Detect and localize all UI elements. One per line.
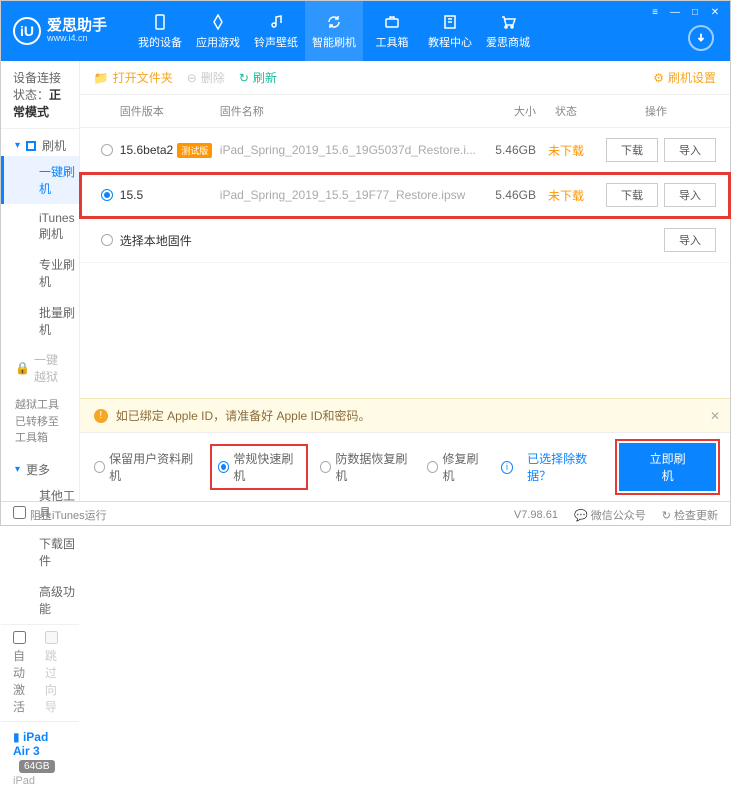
col-size: 大小 xyxy=(476,103,536,119)
beta-tag: 测试版 xyxy=(177,143,212,158)
flash-now-button[interactable]: 立即刷机 xyxy=(619,443,716,491)
sidebar-options-row: 自动激活 跳过向导 xyxy=(1,624,79,721)
window-controls: ≡ — □ ✕ xyxy=(646,5,724,19)
import-button[interactable]: 导入 xyxy=(664,183,716,207)
row-radio[interactable] xyxy=(94,189,120,201)
wechat-icon: 💬 xyxy=(574,510,588,522)
sidebar-item-advanced[interactable]: 高级功能 xyxy=(1,576,79,624)
close-button[interactable]: ✕ xyxy=(706,5,724,19)
check-update-link[interactable]: ↻ 检查更新 xyxy=(662,507,718,523)
warning-bar: ! 如已绑定 Apple ID，请准备好 Apple ID和密码。 ✕ xyxy=(80,398,730,432)
main-content: 📁打开文件夹 ⊖删除 ↻刷新 ⚙刷机设置 固件版本 固件名称 大小 状态 操作 … xyxy=(80,61,730,501)
firmware-row[interactable]: 15.5 iPad_Spring_2019_15.5_19F77_Restore… xyxy=(80,173,730,218)
flash-settings-button[interactable]: ⚙刷机设置 xyxy=(653,69,716,86)
status-bar: 阻止iTunes运行 V7.98.61 💬 微信公众号 ↻ 检查更新 xyxy=(1,501,730,527)
refresh-icon: ↻ xyxy=(239,71,249,85)
chevron-down-icon: ▾ xyxy=(15,140,20,151)
delete-button: ⊖删除 xyxy=(187,69,225,86)
flash-square-icon xyxy=(26,141,36,151)
music-icon xyxy=(267,13,285,31)
delete-icon: ⊖ xyxy=(187,71,197,85)
version-label: V7.98.61 xyxy=(514,509,558,521)
sidebar-item-pro[interactable]: 专业刷机 xyxy=(1,249,79,297)
main-nav: 我的设备 应用游戏 铃声壁纸 智能刷机 工具箱 教程中心 爱思商城 xyxy=(131,1,537,61)
toolbox-icon xyxy=(383,13,401,31)
info-icon[interactable]: i xyxy=(501,461,513,474)
warning-icon: ! xyxy=(94,409,108,423)
import-button[interactable]: 导入 xyxy=(664,138,716,162)
col-name: 固件名称 xyxy=(220,103,476,119)
sidebar-item-batch[interactable]: 批量刷机 xyxy=(1,297,79,345)
sidebar-jailbreak-section: 🔒 一键越狱 xyxy=(1,345,79,391)
local-firmware-row[interactable]: 选择本地固件 导入 xyxy=(80,218,730,263)
minimize-button[interactable]: — xyxy=(666,5,684,19)
brand-logo: iU 爱思助手 www.i4.cn xyxy=(13,17,107,45)
block-itunes-checkbox[interactable]: 阻止iTunes运行 xyxy=(13,506,107,523)
update-icon: ↻ xyxy=(662,510,671,522)
opt-repair[interactable]: 修复刷机 xyxy=(427,450,487,484)
nav-my-device[interactable]: 我的设备 xyxy=(131,1,189,61)
brand-name: 爱思助手 xyxy=(47,18,107,35)
storage-badge: 64GB xyxy=(19,760,55,773)
auto-activate-checkbox[interactable]: 自动激活 xyxy=(13,631,35,715)
folder-icon: 📁 xyxy=(94,71,109,85)
device-icon: ▮ xyxy=(13,730,20,744)
app-icon xyxy=(209,13,227,31)
opt-keep-data[interactable]: 保留用户资料刷机 xyxy=(94,450,198,484)
menu-button[interactable]: ≡ xyxy=(646,5,664,19)
refresh-button[interactable]: ↻刷新 xyxy=(239,69,277,86)
download-button[interactable]: 下载 xyxy=(606,183,658,207)
nav-ringtones[interactable]: 铃声壁纸 xyxy=(247,1,305,61)
device-info[interactable]: ▮ iPad Air 3 64GB iPad xyxy=(1,721,79,795)
import-button[interactable]: 导入 xyxy=(664,228,716,252)
nav-apps[interactable]: 应用游戏 xyxy=(189,1,247,61)
nav-flash[interactable]: 智能刷机 xyxy=(305,1,363,61)
row-radio[interactable] xyxy=(94,234,120,246)
refresh-icon xyxy=(325,13,343,31)
lock-icon: 🔒 xyxy=(15,361,30,375)
cart-icon xyxy=(499,13,517,31)
app-header: iU 爱思助手 www.i4.cn 我的设备 应用游戏 铃声壁纸 智能刷机 工具… xyxy=(1,1,730,61)
gear-icon: ⚙ xyxy=(653,71,664,85)
sidebar-item-downloadfw[interactable]: 下载固件 xyxy=(1,528,79,576)
opt-normal-flash[interactable]: 常规快速刷机 xyxy=(212,446,306,488)
phone-icon xyxy=(151,13,169,31)
skip-guide-checkbox[interactable]: 跳过向导 xyxy=(45,631,67,715)
row-radio[interactable] xyxy=(94,144,120,156)
flash-options: 保留用户资料刷机 常规快速刷机 防数据恢复刷机 修复刷机 i 已选择除数据？ 立… xyxy=(80,432,730,501)
sidebar: 设备连接状态：正常模式 ▾ 刷机 一键刷机 iTunes刷机 专业刷机 批量刷机… xyxy=(1,61,80,501)
jailbreak-note: 越狱工具已转移至工具箱 xyxy=(1,391,79,453)
close-warning-button[interactable]: ✕ xyxy=(710,409,720,423)
nav-tutorial[interactable]: 教程中心 xyxy=(421,1,479,61)
col-version: 固件版本 xyxy=(120,103,220,119)
logo-icon: iU xyxy=(13,17,41,45)
open-folder-button[interactable]: 📁打开文件夹 xyxy=(94,69,173,86)
opt-antirecovery[interactable]: 防数据恢复刷机 xyxy=(320,450,413,484)
maximize-button[interactable]: □ xyxy=(686,5,704,19)
connection-status: 设备连接状态：正常模式 xyxy=(1,61,79,129)
book-icon xyxy=(441,13,459,31)
list-header: 固件版本 固件名称 大小 状态 操作 xyxy=(80,95,730,128)
nav-store[interactable]: 爱思商城 xyxy=(479,1,537,61)
sidebar-item-itunes[interactable]: iTunes刷机 xyxy=(1,204,79,249)
brand-url: www.i4.cn xyxy=(47,34,107,44)
firmware-row[interactable]: 15.6beta2测试版 iPad_Spring_2019_15.6_19G50… xyxy=(80,128,730,173)
chevron-down-icon: ▾ xyxy=(15,464,20,475)
col-ops: 操作 xyxy=(596,103,716,119)
sidebar-more-section[interactable]: ▾ 更多 xyxy=(1,453,79,480)
exclude-data-link[interactable]: 已选择除数据？ xyxy=(527,450,605,484)
sidebar-item-oneclick[interactable]: 一键刷机 xyxy=(1,156,79,204)
nav-tools[interactable]: 工具箱 xyxy=(363,1,421,61)
toolbar: 📁打开文件夹 ⊖删除 ↻刷新 ⚙刷机设置 xyxy=(80,61,730,95)
download-manager-button[interactable] xyxy=(688,25,714,51)
wechat-link[interactable]: 💬 微信公众号 xyxy=(574,507,646,523)
sidebar-flash-section[interactable]: ▾ 刷机 xyxy=(1,129,79,156)
col-state: 状态 xyxy=(536,103,596,119)
download-button[interactable]: 下载 xyxy=(606,138,658,162)
